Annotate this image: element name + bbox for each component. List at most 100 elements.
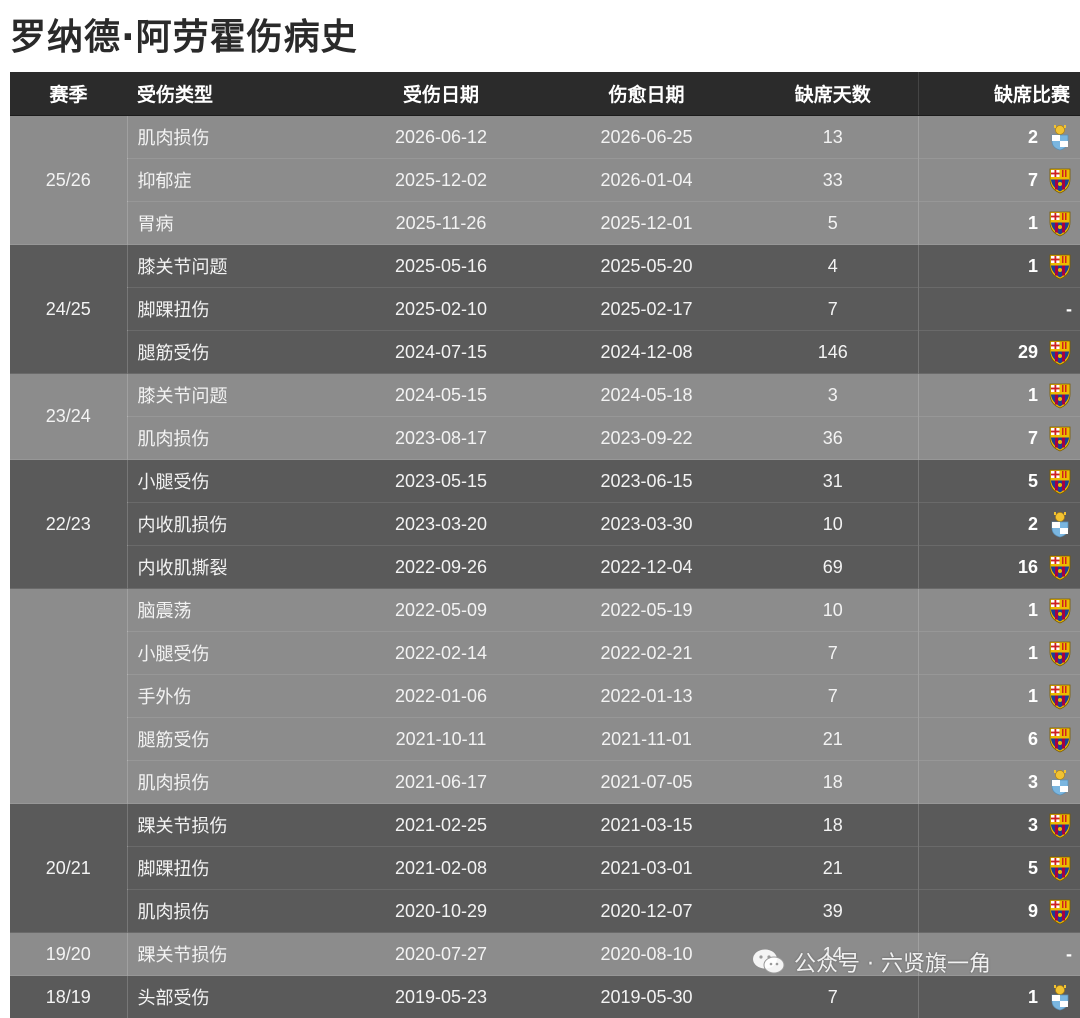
games-value: 29 bbox=[1018, 342, 1038, 363]
barcelona-crest-icon bbox=[1048, 596, 1072, 624]
start-cell: 2021-02-25 bbox=[337, 804, 545, 847]
season-cell: 20/21 bbox=[10, 804, 127, 933]
header-games-missed: 缺席比赛 bbox=[918, 72, 1080, 116]
type-cell: 脑震荡 bbox=[127, 589, 337, 632]
uruguay-crest-icon bbox=[1048, 123, 1072, 151]
games-cell: 2 bbox=[918, 503, 1080, 546]
start-cell: 2019-05-23 bbox=[337, 976, 545, 1018]
games-cell: 1 bbox=[918, 632, 1080, 675]
end-cell: 2023-03-30 bbox=[545, 503, 748, 546]
games-value: 16 bbox=[1018, 557, 1038, 578]
end-cell: 2022-05-19 bbox=[545, 589, 748, 632]
start-cell: 2021-02-08 bbox=[337, 847, 545, 890]
page-title: 罗纳德·阿劳霍伤病史 bbox=[10, 8, 358, 60]
table-row: 脚踝扭伤2025-02-102025-02-177- bbox=[10, 288, 1080, 331]
games-value: 1 bbox=[1028, 385, 1038, 406]
games-cell: 1 bbox=[918, 976, 1080, 1018]
end-cell: 2020-08-10 bbox=[545, 933, 748, 976]
watermark: 公众号 · 六贤旗一角 bbox=[752, 946, 991, 978]
games-value: 5 bbox=[1028, 858, 1038, 879]
games-value: - bbox=[1066, 299, 1072, 320]
games-cell: 1 bbox=[918, 202, 1080, 245]
barcelona-crest-icon bbox=[1048, 897, 1072, 925]
barcelona-crest-icon bbox=[1048, 381, 1072, 409]
games-cell: 1 bbox=[918, 675, 1080, 718]
type-cell: 踝关节损伤 bbox=[127, 804, 337, 847]
days-cell: 18 bbox=[748, 804, 918, 847]
wechat-icon bbox=[752, 948, 786, 976]
games-cell: 1 bbox=[918, 374, 1080, 417]
start-cell: 2024-07-15 bbox=[337, 331, 545, 374]
table-row: 脚踝扭伤2021-02-082021-03-01215 bbox=[10, 847, 1080, 890]
end-cell: 2021-03-15 bbox=[545, 804, 748, 847]
games-cell: 5 bbox=[918, 460, 1080, 503]
type-cell: 脚踝扭伤 bbox=[127, 847, 337, 890]
type-cell: 小腿受伤 bbox=[127, 460, 337, 503]
end-cell: 2021-11-01 bbox=[545, 718, 748, 761]
injury-history-table: 赛季 受伤类型 受伤日期 伤愈日期 缺席天数 缺席比赛 25/26肌肉损伤202… bbox=[10, 72, 1080, 1018]
end-cell: 2025-12-01 bbox=[545, 202, 748, 245]
type-cell: 腿筋受伤 bbox=[127, 331, 337, 374]
start-cell: 2022-09-26 bbox=[337, 546, 545, 589]
type-cell: 肌肉损伤 bbox=[127, 417, 337, 460]
start-cell: 2024-05-15 bbox=[337, 374, 545, 417]
games-cell: 9 bbox=[918, 890, 1080, 933]
season-cell: 18/19 bbox=[10, 976, 127, 1018]
table-row: 抑郁症2025-12-022026-01-04337 bbox=[10, 159, 1080, 202]
table-row: 手外伤2022-01-062022-01-1371 bbox=[10, 675, 1080, 718]
end-cell: 2025-05-20 bbox=[545, 245, 748, 288]
start-cell: 2020-10-29 bbox=[337, 890, 545, 933]
days-cell: 39 bbox=[748, 890, 918, 933]
header-days-missed: 缺席天数 bbox=[748, 72, 918, 116]
games-value: 7 bbox=[1028, 170, 1038, 191]
start-cell: 2020-07-27 bbox=[337, 933, 545, 976]
header-injury-date: 受伤日期 bbox=[337, 72, 545, 116]
games-cell: 3 bbox=[918, 761, 1080, 804]
start-cell: 2022-01-06 bbox=[337, 675, 545, 718]
end-cell: 2021-03-01 bbox=[545, 847, 748, 890]
uruguay-crest-icon bbox=[1048, 510, 1072, 538]
days-cell: 31 bbox=[748, 460, 918, 503]
barcelona-crest-icon bbox=[1048, 424, 1072, 452]
end-cell: 2019-05-30 bbox=[545, 976, 748, 1018]
days-cell: 7 bbox=[748, 632, 918, 675]
season-cell: 22/23 bbox=[10, 460, 127, 589]
games-cell: 6 bbox=[918, 718, 1080, 761]
table-row: 内收肌损伤2023-03-202023-03-30102 bbox=[10, 503, 1080, 546]
table-row: 25/26肌肉损伤2026-06-122026-06-25132 bbox=[10, 116, 1080, 159]
season-cell: 19/20 bbox=[10, 933, 127, 976]
games-cell: 3 bbox=[918, 804, 1080, 847]
days-cell: 10 bbox=[748, 503, 918, 546]
start-cell: 2022-02-14 bbox=[337, 632, 545, 675]
end-cell: 2026-06-25 bbox=[545, 116, 748, 159]
start-cell: 2026-06-12 bbox=[337, 116, 545, 159]
table-row: 脑震荡2022-05-092022-05-19101 bbox=[10, 589, 1080, 632]
games-value: 2 bbox=[1028, 514, 1038, 535]
barcelona-crest-icon bbox=[1048, 338, 1072, 366]
start-cell: 2023-05-15 bbox=[337, 460, 545, 503]
table-row: 肌肉损伤2021-06-172021-07-05183 bbox=[10, 761, 1080, 804]
watermark-text: 公众号 · 六贤旗一角 bbox=[794, 946, 991, 978]
type-cell: 内收肌撕裂 bbox=[127, 546, 337, 589]
start-cell: 2023-08-17 bbox=[337, 417, 545, 460]
table-row: 肌肉损伤2023-08-172023-09-22367 bbox=[10, 417, 1080, 460]
barcelona-crest-icon bbox=[1048, 854, 1072, 882]
start-cell: 2021-06-17 bbox=[337, 761, 545, 804]
table-row: 腿筋受伤2021-10-112021-11-01216 bbox=[10, 718, 1080, 761]
days-cell: 33 bbox=[748, 159, 918, 202]
games-value: 1 bbox=[1028, 600, 1038, 621]
games-value: 1 bbox=[1028, 256, 1038, 277]
games-value: 1 bbox=[1028, 643, 1038, 664]
end-cell: 2020-12-07 bbox=[545, 890, 748, 933]
type-cell: 肌肉损伤 bbox=[127, 890, 337, 933]
header-recovery-date: 伤愈日期 bbox=[545, 72, 748, 116]
games-value: 1 bbox=[1028, 686, 1038, 707]
type-cell: 踝关节损伤 bbox=[127, 933, 337, 976]
games-cell: 2 bbox=[918, 116, 1080, 159]
season-cell: 25/26 bbox=[10, 116, 127, 245]
table-row: 24/25膝关节问题2025-05-162025-05-2041 bbox=[10, 245, 1080, 288]
type-cell: 头部受伤 bbox=[127, 976, 337, 1018]
games-value: 1 bbox=[1028, 213, 1038, 234]
start-cell: 2025-02-10 bbox=[337, 288, 545, 331]
type-cell: 抑郁症 bbox=[127, 159, 337, 202]
